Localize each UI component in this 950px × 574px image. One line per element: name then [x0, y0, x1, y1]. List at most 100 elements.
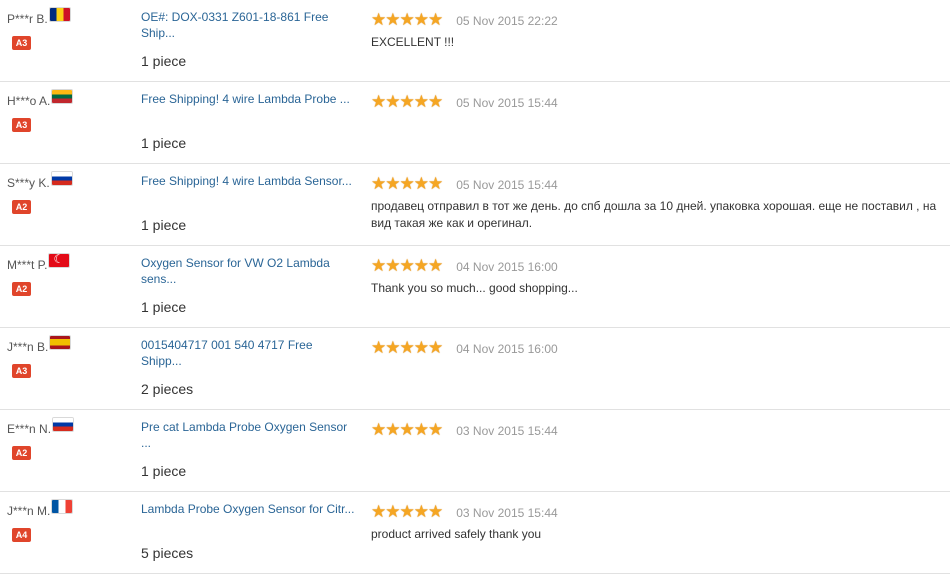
- feedback-row: S***y K. A2 Free Shipping! 4 wire Lambda…: [0, 164, 950, 246]
- russia-flag-icon: [51, 172, 72, 186]
- star-icon: ★: [428, 420, 444, 439]
- feedback-row: P***r B. A3 OE#: DOX-0331 Z601-18-861 Fr…: [0, 0, 950, 82]
- buyer-name: J***n B.: [7, 339, 49, 354]
- star-icon: ★: [371, 338, 387, 357]
- buyer-info: P***r B. A3: [7, 8, 127, 50]
- feedback-row: M***t P. ☾ A2 Oxygen Sensor for VW O2 Lam…: [0, 246, 950, 328]
- product-link[interactable]: Oxygen Sensor for VW O2 Lambda sens...: [141, 255, 356, 287]
- star-icon: ★: [385, 174, 401, 193]
- product-link[interactable]: Free Shipping! 4 wire Lambda Probe ...: [141, 91, 356, 123]
- product-link[interactable]: Lambda Probe Oxygen Sensor for Citr...: [141, 501, 356, 533]
- product-cell: Pre cat Lambda Probe Oxygen Sensor ... 1…: [141, 419, 356, 479]
- star-rating: ★★★★★: [371, 256, 444, 276]
- buyer-name: E***n N.: [7, 421, 52, 436]
- buyer-info: M***t P. ☾ A2: [7, 254, 127, 296]
- review-date: 04 Nov 2015 16:00: [456, 341, 558, 356]
- star-icon: ★: [399, 10, 415, 29]
- review-comment: product arrived safely thank you: [371, 527, 542, 541]
- star-icon: ★: [385, 338, 401, 357]
- order-quantity: 1 piece: [141, 463, 187, 479]
- buyer-level-badge: A3: [12, 364, 31, 378]
- feedback-row: H***o A. A3 Free Shipping! 4 wire Lambda…: [0, 82, 950, 164]
- product-cell: Lambda Probe Oxygen Sensor for Citr... 5…: [141, 501, 356, 561]
- review-cell: ★★★★★ 04 Nov 2015 16:00: [371, 339, 946, 362]
- star-icon: ★: [428, 338, 444, 357]
- buyer-level-badge: A3: [12, 118, 31, 132]
- buyer-level-badge: A3: [12, 36, 31, 50]
- lithuania-flag-icon: [52, 90, 73, 104]
- star-icon: ★: [399, 338, 415, 357]
- review-cell: ★★★★★ 05 Nov 2015 15:44: [371, 93, 946, 116]
- star-icon: ★: [413, 502, 429, 521]
- buyer-info: H***o A. A3: [7, 90, 127, 132]
- star-icon: ★: [385, 420, 401, 439]
- feedback-row: J***n B. A3 0015404717 001 540 4717 Free…: [0, 328, 950, 410]
- product-cell: OE#: DOX-0331 Z601-18-861 Free Ship... 1…: [141, 9, 356, 69]
- product-cell: Free Shipping! 4 wire Lambda Sensor... 1…: [141, 173, 356, 233]
- order-quantity: 1 piece: [141, 299, 187, 315]
- star-icon: ★: [413, 256, 429, 275]
- buyer-info: S***y K. A2: [7, 172, 127, 214]
- buyer-name: S***y K.: [7, 175, 50, 190]
- buyer-level-badge: A4: [12, 528, 31, 542]
- spain-flag-icon: [50, 336, 71, 350]
- star-icon: ★: [371, 92, 387, 111]
- star-icon: ★: [428, 92, 444, 111]
- product-cell: Oxygen Sensor for VW O2 Lambda sens... 1…: [141, 255, 356, 315]
- product-link[interactable]: 0015404717 001 540 4717 Free Shipp...: [141, 337, 356, 369]
- star-icon: ★: [428, 174, 444, 193]
- product-cell: 0015404717 001 540 4717 Free Shipp... 2 …: [141, 337, 356, 397]
- crescent-icon: ☾: [53, 254, 65, 267]
- review-date: 05 Nov 2015 15:44: [456, 95, 558, 110]
- feedback-row: E***n N. A2 Pre cat Lambda Probe Oxygen …: [0, 410, 950, 492]
- star-rating: ★★★★★: [371, 10, 444, 30]
- star-rating: ★★★★★: [371, 502, 444, 522]
- star-icon: ★: [371, 420, 387, 439]
- star-icon: ★: [371, 174, 387, 193]
- buyer-name: J***n M.: [7, 503, 51, 518]
- review-date: 05 Nov 2015 15:44: [456, 177, 558, 192]
- buyer-name: P***r B.: [7, 11, 48, 26]
- buyer-level-badge: A2: [12, 282, 31, 296]
- product-link[interactable]: Pre cat Lambda Probe Oxygen Sensor ...: [141, 419, 356, 451]
- review-cell: ★★★★★ 05 Nov 2015 15:44 продавец отправил…: [371, 175, 946, 232]
- order-quantity: 1 piece: [141, 217, 187, 233]
- product-cell: Free Shipping! 4 wire Lambda Probe ... 1…: [141, 91, 356, 151]
- star-icon: ★: [399, 420, 415, 439]
- star-icon: ★: [385, 92, 401, 111]
- romania-flag-icon: [49, 8, 70, 22]
- review-date: 03 Nov 2015 15:44: [456, 423, 558, 438]
- star-icon: ★: [413, 174, 429, 193]
- review-cell: ★★★★★ 03 Nov 2015 15:44 product arrived s…: [371, 503, 946, 543]
- product-link[interactable]: OE#: DOX-0331 Z601-18-861 Free Ship...: [141, 9, 356, 41]
- star-icon: ★: [371, 256, 387, 275]
- star-icon: ★: [371, 502, 387, 521]
- review-cell: ★★★★★ 04 Nov 2015 16:00 Thank you so much…: [371, 257, 946, 297]
- order-quantity: 1 piece: [141, 53, 187, 69]
- order-quantity: 1 piece: [141, 135, 187, 151]
- review-comment: EXCELLENT !!!: [371, 35, 455, 49]
- star-icon: ★: [428, 10, 444, 29]
- star-icon: ★: [371, 10, 387, 29]
- star-icon: ★: [428, 502, 444, 521]
- star-icon: ★: [413, 92, 429, 111]
- turkey-flag-icon: ☾: [49, 254, 70, 268]
- review-comment: продавец отправил в тот же день. до спб …: [371, 199, 937, 230]
- review-cell: ★★★★★ 03 Nov 2015 15:44: [371, 421, 946, 444]
- star-icon: ★: [385, 502, 401, 521]
- review-date: 04 Nov 2015 16:00: [456, 259, 558, 274]
- product-link[interactable]: Free Shipping! 4 wire Lambda Sensor...: [141, 173, 356, 205]
- star-icon: ★: [399, 92, 415, 111]
- star-rating: ★★★★★: [371, 338, 444, 358]
- star-icon: ★: [399, 502, 415, 521]
- review-cell: ★★★★★ 05 Nov 2015 22:22 EXCELLENT !!!: [371, 11, 946, 51]
- buyer-name: H***o A.: [7, 93, 51, 108]
- russia-flag-icon: [53, 418, 74, 432]
- review-date: 05 Nov 2015 22:22: [456, 13, 558, 28]
- star-icon: ★: [428, 256, 444, 275]
- france-flag-icon: [52, 500, 73, 514]
- star-icon: ★: [385, 256, 401, 275]
- star-rating: ★★★★★: [371, 174, 444, 194]
- feedback-row: J***n M. A4 Lambda Probe Oxygen Sensor f…: [0, 492, 950, 574]
- star-icon: ★: [399, 174, 415, 193]
